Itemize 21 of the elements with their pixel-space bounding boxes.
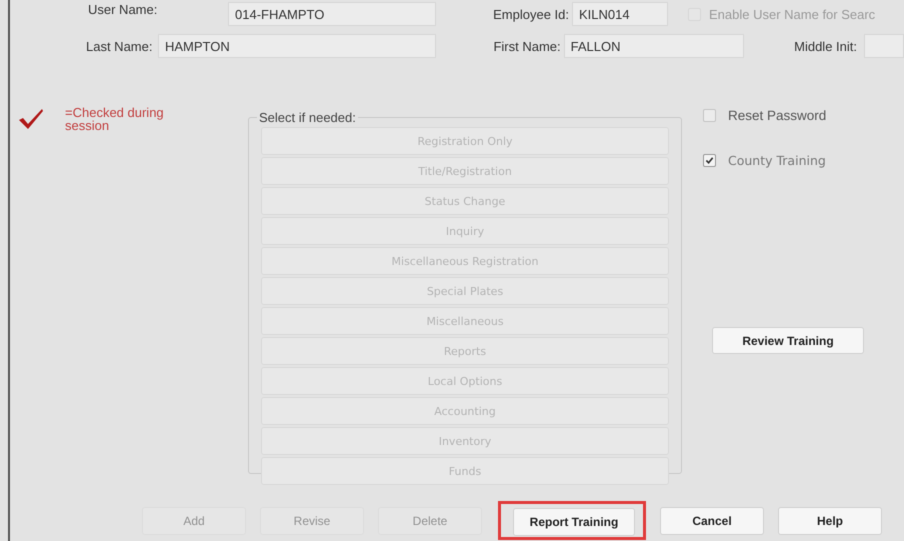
- field-label: Middle Init:: [793, 38, 858, 54]
- footer-button[interactable]: Report Training: [513, 508, 635, 536]
- review-training-button[interactable]: Review Training: [712, 327, 864, 354]
- footer-button[interactable]: Help: [778, 506, 882, 534]
- field-label: First Name:: [492, 38, 562, 54]
- legend-text: =Checked during session: [65, 106, 165, 132]
- group-title: Select if needed:: [258, 110, 357, 125]
- input-field[interactable]: KILN014: [572, 2, 668, 26]
- checkbox-label: Reset Password: [728, 108, 826, 122]
- checkbox-label: County Training: [728, 152, 826, 168]
- input-field[interactable]: HAMPTON: [158, 34, 436, 58]
- footer-button[interactable]: Cancel: [660, 506, 764, 534]
- checkmark-icon: [18, 108, 44, 130]
- field-label: Last Name:: [86, 38, 154, 54]
- checkbox[interactable]: [703, 108, 716, 122]
- checkbox[interactable]: [703, 154, 716, 166]
- input-field[interactable]: FALLON: [564, 34, 744, 58]
- checkbox-label: Enable User Name for Searc: [709, 6, 876, 22]
- field-label: User Name:: [88, 2, 158, 17]
- field-label: Employee Id:: [492, 6, 570, 22]
- input-field[interactable]: 014-FHAMPTO: [228, 2, 436, 26]
